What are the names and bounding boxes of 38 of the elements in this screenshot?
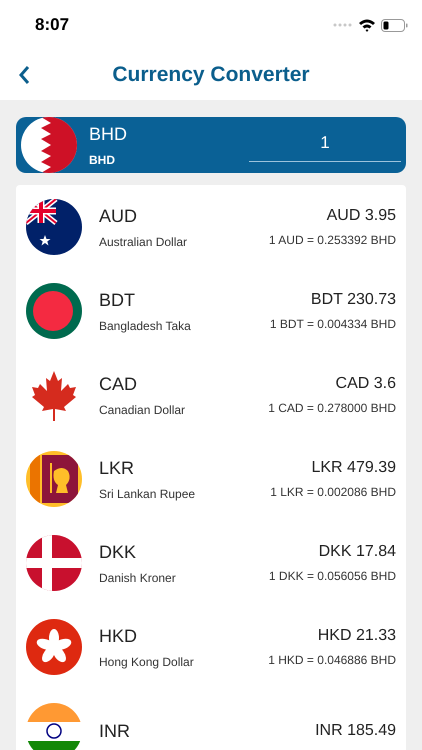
currency-name: Sri Lankan Rupee (99, 486, 196, 500)
currency-code: AUD (99, 206, 138, 226)
exchange-rate: 1 CAD = 0.278000 BHD (268, 401, 396, 415)
converted-amount: BDT 230.73 (310, 291, 396, 309)
currency-code: INR (99, 720, 131, 742)
flag-icon (21, 117, 77, 173)
amount-field[interactable]: 1 (249, 128, 401, 162)
converted-amount: INR 185.49 (315, 722, 396, 740)
back-button[interactable] (18, 65, 30, 85)
currency-name: BHD (89, 152, 116, 166)
exchange-rate: 1 DKK = 0.056056 BHD (268, 569, 396, 583)
converted-amount: DKK 17.84 (318, 543, 396, 561)
currency-name: Hong Kong Dollar (99, 654, 195, 668)
converted-amount: LKR 479.39 (311, 459, 396, 477)
converted-amount: CAD 3.6 (336, 375, 396, 393)
exchange-rate: 1 LKR = 0.002086 BHD (270, 485, 396, 499)
exchange-rate: 1 AUD = 0.253392 BHD (268, 233, 396, 247)
status-time: 8:07 (35, 15, 70, 35)
currency-name: Canadian Dollar (99, 402, 186, 416)
converted-amount: AUD 3.95 (326, 207, 396, 225)
currency-code: DKK (99, 542, 138, 562)
wifi-icon (358, 18, 376, 32)
signal-icon (333, 23, 353, 27)
currency-code: HKD (99, 626, 138, 646)
converted-amount: HKD 21.33 (318, 627, 396, 645)
exchange-rate: 1 HKD = 0.046886 BHD (268, 653, 396, 667)
exchange-rate: 1 BDT = 0.004334 BHD (270, 317, 396, 331)
base-currency-card[interactable]: BHD BHD 1 (16, 117, 406, 173)
currency-code: BHD (89, 124, 128, 144)
currency-code: BDT (99, 290, 136, 310)
currency-code: CAD (99, 374, 138, 394)
currency-name: Danish Kroner (99, 570, 177, 584)
flag-icon (26, 703, 82, 750)
currency-code: LKR (99, 458, 136, 478)
screen-title: Currency Converter (112, 63, 310, 87)
battery-icon (381, 18, 408, 32)
currency-name: Australian Dollar (99, 234, 188, 248)
currency-name: Bangladesh Taka (99, 318, 192, 332)
